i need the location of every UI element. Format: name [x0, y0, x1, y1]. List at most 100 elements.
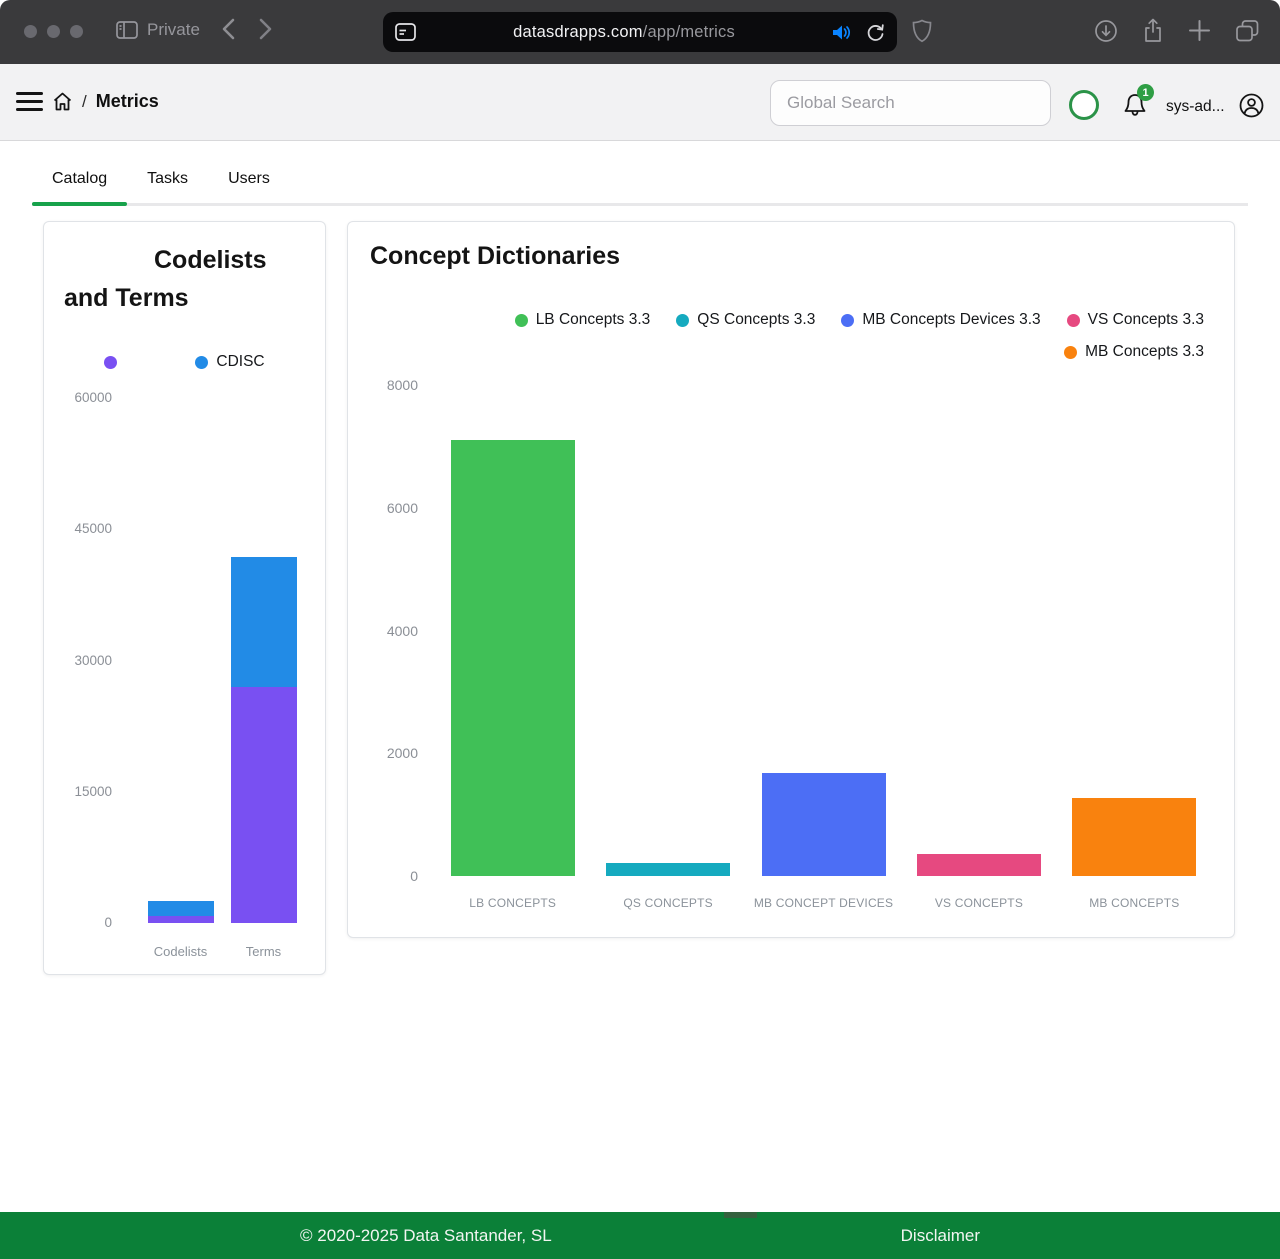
legend-label: QS Concepts 3.3: [697, 311, 815, 329]
x-axis-label: QS CONCEPTS: [590, 896, 745, 910]
bar-segment[interactable]: [762, 773, 886, 876]
breadcrumb-separator: /: [82, 92, 87, 112]
y-tick-label: 60000: [74, 388, 112, 408]
tab-catalog[interactable]: Catalog: [32, 162, 127, 203]
x-axis-label: MB CONCEPTS: [1057, 896, 1212, 910]
tab-users[interactable]: Users: [208, 162, 290, 203]
codelists-legend: CDISC: [64, 353, 305, 371]
sidebar-icon[interactable]: [116, 21, 138, 39]
tab-overview-icon[interactable]: [1235, 19, 1260, 43]
bar-segment[interactable]: [917, 854, 1041, 876]
y-tick-label: 15000: [74, 782, 112, 802]
page-settings-icon[interactable]: [395, 23, 416, 41]
footer: © 2020-2025 Data Santander, SL Disclaime…: [0, 1212, 1280, 1259]
concepts-x-axis: LB CONCEPTSQS CONCEPTSMB CONCEPT DEVICES…: [435, 896, 1212, 910]
codelists-chart: 015000300004500060000: [64, 398, 305, 923]
x-axis-label: Codelists: [139, 944, 222, 959]
codelists-card: Codelists and Terms CDISC 0 15000 30000 450…: [43, 221, 326, 975]
disclaimer-link[interactable]: Disclaimer: [901, 1226, 980, 1246]
avatar-icon[interactable]: [1239, 93, 1264, 118]
traffic-lights[interactable]: [24, 25, 83, 38]
url-path: /app/metrics: [643, 23, 735, 41]
concepts-chart-title: Concept Dictionaries: [370, 242, 1212, 271]
y-tick-label: 30000: [74, 651, 112, 671]
copyright-text: © 2020-2025 Data Santander, SL: [300, 1226, 552, 1246]
legend-label: VS Concepts 3.3: [1088, 311, 1204, 329]
privacy-shield-icon[interactable]: [912, 19, 932, 43]
y-tick-label: 6000: [387, 498, 418, 518]
bar-segment[interactable]: [1072, 798, 1196, 876]
menu-icon[interactable]: [16, 92, 43, 111]
legend-label: MB Concepts 3.3: [1085, 343, 1204, 361]
codelists-chart-title: Codelists and Terms: [64, 242, 264, 317]
notifications-button[interactable]: 1: [1122, 92, 1152, 122]
close-window-icon[interactable]: [24, 25, 37, 38]
bar-segment[interactable]: [231, 557, 297, 687]
bar[interactable]: [451, 440, 575, 876]
x-axis-label: Terms: [222, 944, 305, 959]
y-tick-label: 0: [410, 866, 418, 886]
browser-chrome: Private datasdrapps.com/app/metrics: [0, 0, 1280, 64]
legend-dot-icon: [515, 314, 528, 327]
tab-bar: Catalog Tasks Users: [32, 162, 1248, 206]
reload-icon[interactable]: [866, 23, 885, 42]
address-bar[interactable]: datasdrapps.com/app/metrics: [383, 12, 897, 52]
back-button[interactable]: [222, 18, 235, 40]
forward-button[interactable]: [259, 18, 272, 40]
status-ring: [1069, 90, 1099, 120]
legend-dot-icon: [195, 356, 208, 369]
page-title: Metrics: [96, 91, 159, 112]
downloads-icon[interactable]: [1094, 19, 1118, 43]
url-host: datasdrapps.com: [513, 23, 643, 41]
private-indicator[interactable]: Private: [116, 20, 200, 40]
legend-item[interactable]: [104, 356, 117, 369]
username-label[interactable]: sys-ad...: [1166, 98, 1225, 116]
audio-mute-icon[interactable]: [832, 24, 852, 41]
home-icon[interactable]: [52, 91, 73, 112]
search-input[interactable]: [770, 80, 1051, 126]
y-tick-label: 45000: [74, 519, 112, 539]
legend-item[interactable]: MB Concepts Devices 3.3: [841, 311, 1040, 329]
bar[interactable]: [1072, 798, 1196, 876]
concepts-card: Concept Dictionaries LB Concepts 3.3 QS C…: [347, 221, 1235, 938]
x-axis-label: MB CONCEPT DEVICES: [746, 896, 901, 910]
legend-item[interactable]: VS Concepts 3.3: [1067, 311, 1204, 329]
legend-dot-icon: [1064, 346, 1077, 359]
legend-item[interactable]: QS Concepts 3.3: [676, 311, 815, 329]
legend-dot-icon: [841, 314, 854, 327]
share-icon[interactable]: [1142, 18, 1164, 43]
browser-window: Private datasdrapps.com/app/metrics: [0, 0, 1280, 1259]
legend-item[interactable]: LB Concepts 3.3: [515, 311, 651, 329]
zoom-window-icon[interactable]: [70, 25, 83, 38]
y-tick-label: 2000: [387, 743, 418, 763]
notification-badge: 1: [1137, 84, 1154, 101]
bar[interactable]: [148, 901, 214, 923]
x-axis-label: VS CONCEPTS: [901, 896, 1056, 910]
codelists-x-axis: CodelistsTerms: [139, 944, 305, 959]
legend-item[interactable]: MB Concepts 3.3: [1064, 343, 1204, 361]
url-text[interactable]: datasdrapps.com/app/metrics: [416, 23, 832, 42]
breadcrumb: / Metrics: [52, 91, 159, 112]
bar-segment[interactable]: [606, 863, 730, 876]
legend-dot-icon: [1067, 314, 1080, 327]
bar[interactable]: [231, 557, 297, 923]
legend-dot-icon: [676, 314, 689, 327]
concepts-chart: 02000400060008000: [370, 385, 1212, 876]
y-tick-label: 8000: [387, 375, 418, 395]
y-tick-label: 0: [104, 913, 112, 933]
bar-segment[interactable]: [451, 440, 575, 876]
legend-label: LB Concepts 3.3: [536, 311, 651, 329]
bar-segment[interactable]: [148, 916, 214, 923]
bar[interactable]: [917, 854, 1041, 876]
minimize-window-icon[interactable]: [47, 25, 60, 38]
footer-notch: [724, 1212, 757, 1218]
bar[interactable]: [762, 773, 886, 876]
bar-segment[interactable]: [231, 687, 297, 923]
legend-label: MB Concepts Devices 3.3: [862, 311, 1040, 329]
tab-tasks[interactable]: Tasks: [127, 162, 208, 203]
legend-label: CDISC: [216, 353, 264, 371]
new-tab-icon[interactable]: [1188, 19, 1211, 42]
bar-segment[interactable]: [148, 901, 214, 916]
legend-item[interactable]: CDISC: [195, 353, 264, 371]
bar[interactable]: [606, 863, 730, 876]
